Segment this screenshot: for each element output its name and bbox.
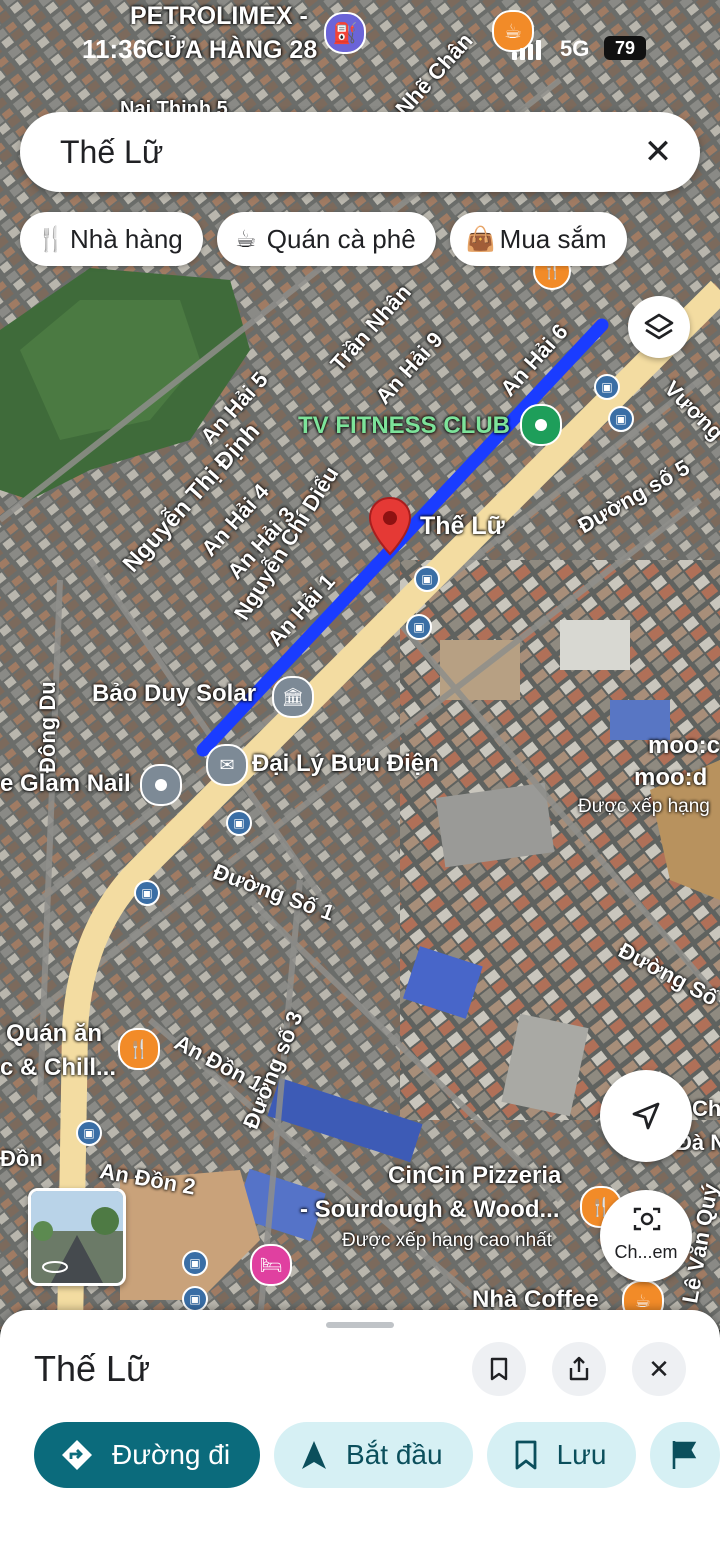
close-sheet-button[interactable]: ✕ [632,1342,686,1396]
more-action-button[interactable] [650,1422,720,1488]
street-view-thumbnail[interactable] [28,1188,126,1286]
post-office-pin[interactable]: ✉ [206,744,248,786]
poi-label-cincin-2[interactable]: - Sourdough & Wood... [300,1196,560,1224]
chip-restaurants[interactable]: 🍴 Nhà hàng [20,212,203,266]
restaurant-pin[interactable]: 🍴 [118,1028,160,1070]
bus-stop-icon[interactable]: ▣ [182,1250,208,1276]
share-button[interactable] [552,1342,606,1396]
status-bar: 11:36 5G 79 [0,30,720,70]
poi-sublabel: Được xếp hạng [578,796,710,817]
place-bottom-sheet[interactable]: Thế Lữ ✕ Đường đi Bắt đầu Lưu [0,1310,720,1560]
poi-sublabel: Được xếp hạng cao nhất [342,1230,553,1251]
chip-cafes[interactable]: ☕ Quán cà phê [216,212,436,266]
directions-label: Đường đi [112,1439,231,1470]
street-label: Ch [692,1096,720,1121]
directions-button[interactable]: Đường đi [34,1422,261,1488]
poi-label-nail[interactable]: e Glam Nail [0,770,131,798]
selected-street-label: Thế Lữ [420,512,505,540]
bus-stop-icon[interactable]: ▣ [182,1286,208,1312]
save-round-button[interactable] [472,1342,526,1396]
search-query[interactable]: Thế Lữ [60,134,163,171]
place-pin[interactable] [140,764,182,806]
sheet-drag-handle[interactable] [326,1322,394,1328]
chip-label: Nhà hàng [70,223,183,254]
poi-label-fitness[interactable]: TV FITNESS CLUB [298,412,510,440]
dot-icon [535,419,547,431]
start-label: Bắt đầu [346,1439,443,1470]
bus-stop-icon[interactable]: ▣ [134,880,160,906]
bank-icon: 🏛 [281,686,305,707]
map-layers-button[interactable] [628,296,690,358]
bus-stop-icon[interactable]: ▣ [406,614,432,640]
bus-stop-icon[interactable]: ▣ [226,810,252,836]
selected-location-pin-icon[interactable] [368,496,412,558]
street-label: Đông Du [35,681,60,773]
signal-icon [512,38,541,60]
location-arrow-icon [632,1102,660,1130]
status-time: 11:36 [82,34,148,64]
lens-label: Ch...em [614,1242,678,1262]
poi-label-post[interactable]: Đại Lý Bưu Điện [252,750,439,778]
bed-icon: 🛏 [259,1254,283,1275]
poi-label-solar[interactable]: Bảo Duy Solar [92,680,256,708]
bookmark-icon [515,1440,536,1470]
coffee-icon: ☕ [634,1290,652,1311]
dot-icon [155,779,167,791]
shopping-bag-icon: 👜 [465,225,496,253]
bus-stop-icon[interactable]: ▣ [414,566,440,592]
lens-button[interactable]: Ch...em [600,1190,692,1282]
navigation-arrow-icon [302,1441,327,1469]
coffee-icon: ☕ [235,225,257,253]
hotel-pin[interactable]: 🛏 [250,1244,292,1286]
directions-icon [62,1440,92,1470]
poi-label-moo[interactable]: moo:c [648,732,720,760]
mail-icon: ✉ [219,754,235,775]
search-bar[interactable]: Thế Lữ ✕ [20,112,700,192]
start-button[interactable]: Bắt đầu [274,1422,473,1488]
bookmark-icon [490,1357,508,1381]
share-icon [569,1356,589,1381]
poi-label-chill[interactable]: c & Chill... [0,1054,116,1082]
fork-knife-icon: 🍴 [127,1038,151,1059]
fitness-pin[interactable] [520,404,562,446]
chip-label: Quán cà phê [266,223,416,254]
flag-icon [673,1441,697,1469]
bus-stop-icon[interactable]: ▣ [608,406,634,432]
street-view-image [31,1191,123,1283]
petrolimex-label: PETROLIMEX - [130,2,308,30]
chip-label: Mua sắm [499,223,607,254]
poi-label-cincin[interactable]: CinCin Pizzeria [388,1162,561,1190]
network-type: 5G [560,36,590,61]
save-button[interactable]: Lưu [486,1422,637,1488]
category-chips: 🍴 Nhà hàng ☕ Quán cà phê 👜 Mua sắm [20,212,627,268]
fork-knife-icon: 🍴 [36,225,66,253]
poi-label-quan-an[interactable]: Quán ăn [6,1020,102,1048]
my-location-button[interactable] [600,1070,692,1162]
bank-pin[interactable]: 🏛 [272,676,314,718]
layers-icon [644,313,674,340]
battery-icon: 79 [604,36,646,60]
close-icon: ✕ [643,133,673,171]
clear-search-button[interactable]: ✕ [638,132,678,172]
save-label: Lưu [556,1439,607,1470]
poi-label-moo-2[interactable]: moo:d [634,764,707,792]
close-icon: ✕ [648,1353,670,1384]
place-title: Thế Lữ [34,1348,151,1389]
chip-shopping[interactable]: 👜 Mua sắm [449,212,627,266]
camera-icon [633,1207,661,1231]
street-label: Đồn [0,1146,43,1171]
bus-stop-icon[interactable]: ▣ [594,374,620,400]
action-buttons: Đường đi Bắt đầu Lưu [34,1422,720,1488]
bus-stop-icon[interactable]: ▣ [76,1120,102,1146]
